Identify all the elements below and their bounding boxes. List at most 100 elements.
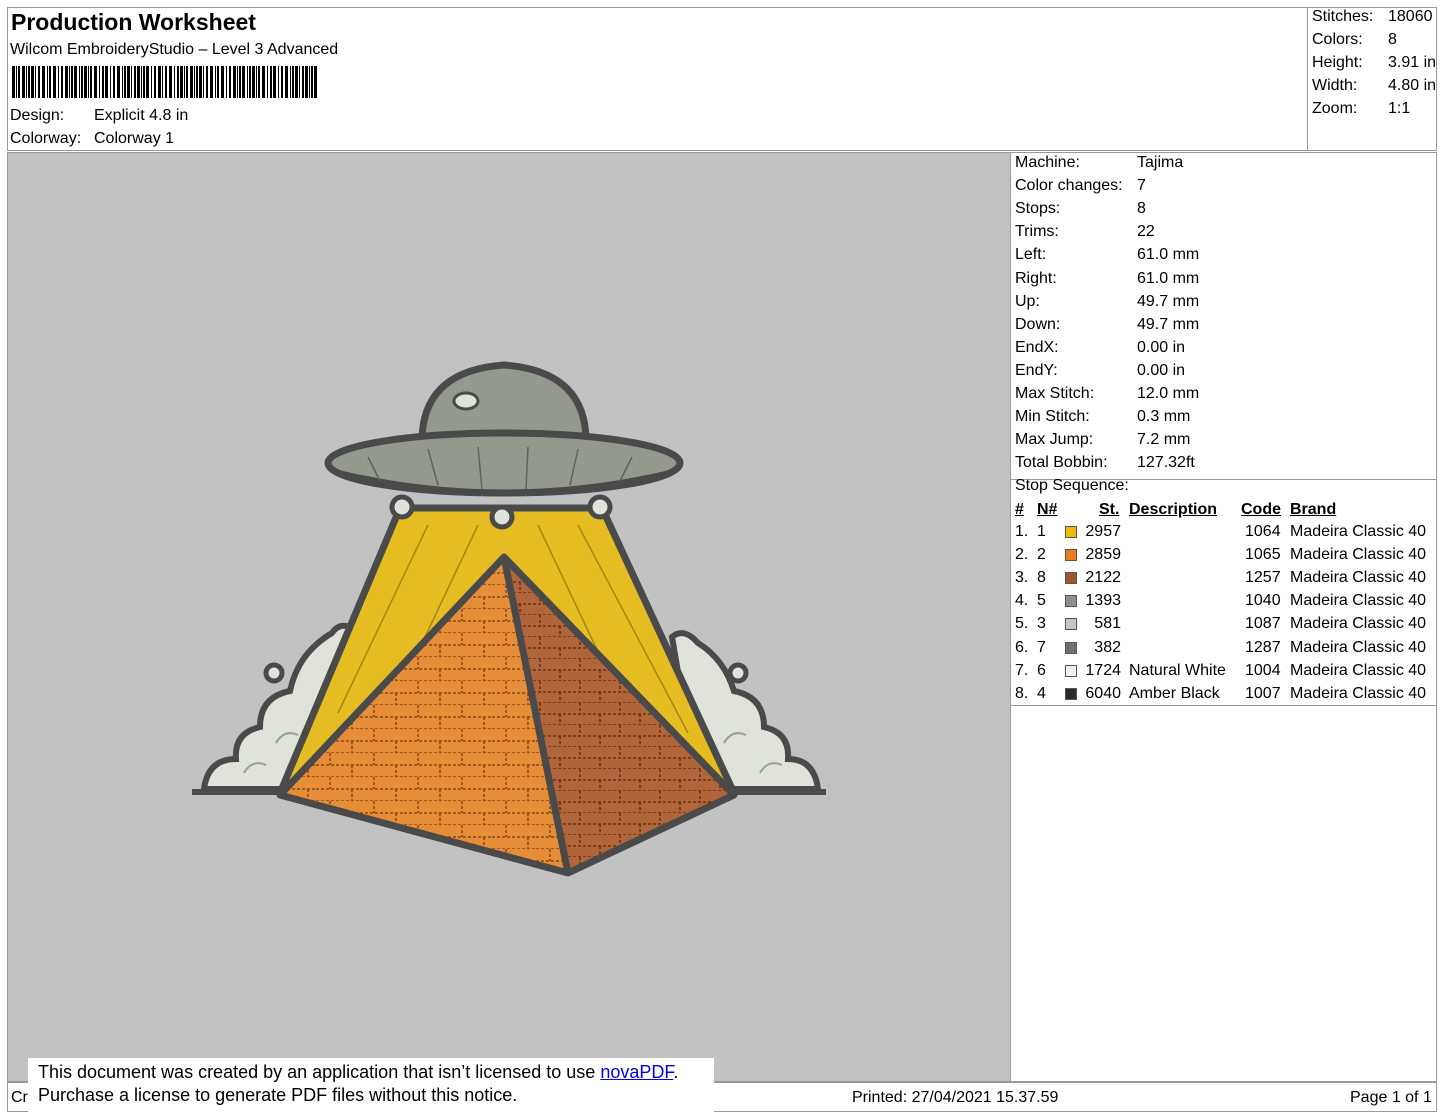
barcode-bar [237, 66, 238, 98]
barcode-bar [169, 66, 172, 98]
property-row: Down: 49.7 mm [1015, 315, 1199, 334]
col-header-description: Description [1129, 501, 1218, 518]
barcode-bar [314, 66, 317, 98]
barcode-bar [22, 66, 25, 98]
barcode-bar [143, 66, 145, 98]
barcode-bar [299, 66, 300, 98]
row-index: 2. [1015, 546, 1029, 564]
property-row: EndY: 0.00 in [1015, 362, 1185, 380]
barcode-bar [88, 66, 89, 98]
barcode-bar [124, 66, 126, 98]
property-label: Up: [1015, 292, 1040, 310]
color-swatch [1065, 641, 1077, 654]
color-swatch [1065, 618, 1077, 631]
barcode-bar [210, 66, 213, 98]
barcode-bar [49, 66, 51, 98]
row-index: 3. [1015, 569, 1029, 587]
row-needle: 3 [1037, 615, 1046, 633]
property-row: Max Jump: 7.2 mm [1015, 431, 1190, 449]
barcode-bar [65, 66, 68, 98]
row-brand: Madeira Classic 40 [1290, 569, 1427, 587]
barcode-bar [162, 66, 163, 98]
row-code: 1040 [1245, 592, 1281, 610]
page-title: Production Worksheet [11, 9, 256, 35]
barcode-bar [141, 66, 142, 98]
stop-sequence-title: Stop Sequence: [1015, 477, 1129, 494]
col-header-code: Code [1241, 501, 1281, 518]
barcode-bar [110, 66, 111, 98]
barcode-bar [221, 66, 224, 98]
row-needle: 6 [1037, 661, 1046, 679]
barcode-bar [99, 66, 100, 98]
barcode-bar [226, 66, 227, 98]
row-stitches: 1393 [1085, 592, 1121, 610]
row-needle: 7 [1037, 638, 1046, 656]
stat-stitches: Stitches: 18060 [1312, 8, 1433, 25]
barcode-bar [309, 66, 310, 98]
row-brand: Madeira Classic 40 [1290, 684, 1427, 702]
row-stitches: 1724 [1085, 661, 1121, 679]
property-row: EndX: 0.00 in [1015, 339, 1185, 357]
barcode-bar [281, 66, 283, 98]
row-brand: Madeira Classic 40 [1290, 615, 1427, 633]
property-label: Color changes: [1015, 177, 1123, 195]
col-header-num: # [1015, 501, 1024, 518]
row-brand: Madeira Classic 40 [1290, 661, 1427, 679]
property-label: Left: [1015, 246, 1047, 264]
novapdf-link[interactable]: novaPDF [600, 1062, 673, 1082]
barcode-bar [278, 66, 279, 98]
property-value: 0.3 mm [1137, 408, 1191, 426]
barcode-bar [196, 66, 198, 98]
barcode-bar [134, 66, 136, 98]
ufo [324, 361, 684, 530]
barcode-bar [79, 66, 80, 98]
color-swatch [1065, 549, 1077, 562]
barcode-bar [122, 66, 123, 98]
barcode-bar [58, 66, 59, 98]
barcode-bar [267, 66, 268, 98]
property-row: Left: 61.0 mm [1015, 246, 1199, 264]
barcode-bar [184, 66, 185, 98]
embroidery-design-image [192, 361, 826, 877]
barcode-bar [137, 66, 140, 98]
row-needle: 2 [1037, 546, 1046, 564]
barcode-bar [305, 66, 308, 98]
design-value: Explicit 4.8 in [94, 107, 189, 124]
barcode-bar [81, 66, 83, 98]
row-needle: 5 [1037, 592, 1046, 610]
property-value: 0.00 in [1137, 361, 1186, 379]
property-label: Down: [1015, 315, 1061, 333]
property-row: Total Bobbin: 127.32ft [1015, 454, 1195, 472]
barcode-bar [42, 66, 45, 98]
property-value: 7 [1137, 177, 1146, 195]
stat-colors: Colors: 8 [1312, 31, 1397, 48]
barcode-bar [105, 66, 108, 98]
row-brand: Madeira Classic 40 [1290, 592, 1427, 610]
row-index: 6. [1015, 638, 1029, 656]
barcode-bar [190, 66, 193, 98]
row-code: 1065 [1245, 546, 1281, 564]
barcode-bar [180, 66, 183, 98]
colorway-label: Colorway: [10, 130, 82, 147]
barcode-bar [16, 66, 17, 98]
barcode-bar [186, 66, 188, 98]
row-code: 1287 [1245, 638, 1281, 656]
property-value: Tajima [1137, 154, 1184, 171]
barcode-bar [295, 66, 298, 98]
property-row: Up: 49.7 mm [1015, 292, 1199, 311]
row-code: 1064 [1245, 523, 1281, 540]
barcode-bar [18, 66, 20, 98]
property-row: Stops: 8 [1015, 200, 1146, 218]
barcode-bar [102, 66, 104, 98]
barcode-bar [146, 66, 149, 98]
barcode-bar [90, 66, 92, 98]
property-label: Machine: [1015, 154, 1080, 171]
row-stitches: 6040 [1085, 684, 1121, 702]
barcode-bar [256, 66, 257, 98]
barcode-bar [203, 66, 204, 98]
row-brand: Madeira Classic 40 [1290, 523, 1427, 540]
barcode-bar [247, 66, 248, 98]
row-code: 1087 [1245, 615, 1281, 633]
barcode-bar [292, 66, 294, 98]
barcode-bar [174, 66, 175, 98]
